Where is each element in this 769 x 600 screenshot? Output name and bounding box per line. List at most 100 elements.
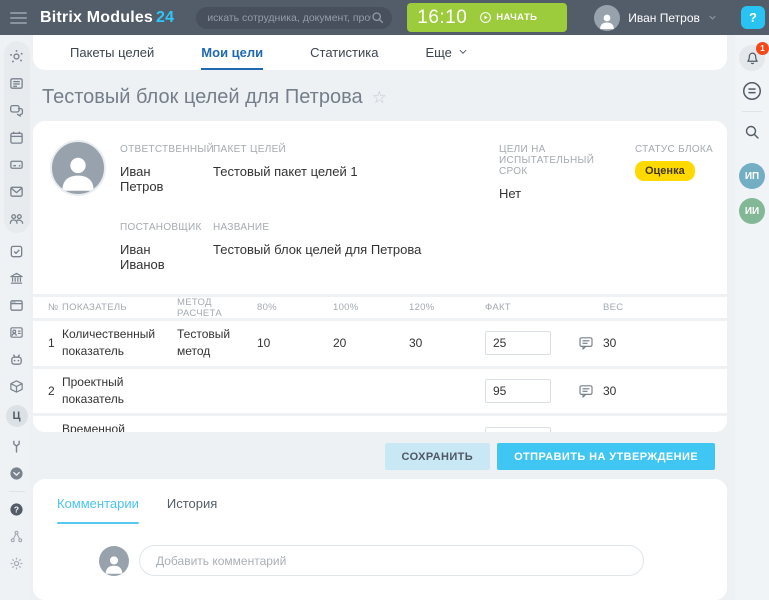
tab-statistics[interactable]: Статистика — [310, 35, 378, 70]
automation-robot-icon[interactable] — [9, 351, 25, 367]
col-80: 80% — [257, 302, 333, 313]
drive-icon[interactable] — [9, 156, 25, 172]
timer-start-button[interactable]: НАЧАТЬ — [479, 11, 537, 24]
indicators-table: № ПОКАЗАТЕЛЬ МЕТОД РАСЧЕТА 80% 100% 120%… — [33, 294, 727, 432]
company-icon[interactable] — [9, 270, 25, 286]
messenger-icon[interactable] — [9, 102, 25, 118]
mail-icon[interactable] — [9, 183, 25, 199]
left-sidebar: Ц ? — [0, 35, 30, 600]
fact-input[interactable] — [485, 331, 551, 355]
goals-letter-icon: Ц — [12, 410, 20, 422]
chat-messages-icon[interactable] — [741, 80, 763, 102]
sites-icon[interactable] — [9, 297, 25, 313]
field-label: СТАТУС БЛОКА — [635, 144, 713, 155]
topbar: Bitrix Modules24 16:10 НАЧАТЬ Иван Петро… — [0, 0, 769, 35]
online-user-avatar-ii[interactable]: ИИ — [739, 198, 765, 224]
right-sidebar: 1 ИП ИИ — [735, 35, 769, 600]
submit-for-approval-button[interactable]: ОТПРАВИТЬ НА УТВЕРЖДЕНИЕ — [497, 443, 715, 470]
row-comment-button[interactable] — [577, 430, 594, 432]
notifications-bell-icon[interactable]: 1 — [739, 45, 765, 71]
help-button[interactable]: ? — [741, 6, 765, 29]
field-package: ПАКЕТ ЦЕЛЕЙ Тестовый пакет целей 1 — [213, 144, 463, 201]
field-label: ОТВЕТСТВЕННЫЙ — [120, 144, 195, 155]
row-weight: 30 — [603, 384, 713, 398]
work-timer[interactable]: 16:10 НАЧАТЬ — [407, 3, 567, 32]
status-badge: Оценка — [635, 161, 695, 181]
field-probation-goals: ЦЕЛИ НА ИСПЫТАТЕЛЬНЫЙ СРОК Нет — [499, 144, 617, 201]
col-weight: ВЕС — [603, 302, 713, 313]
field-value: Тестовый пакет целей 1 — [213, 164, 463, 179]
sidebar-divider — [9, 491, 25, 492]
sidebar-item-goals-active[interactable]: Ц — [6, 405, 28, 427]
right-sidebar-divider — [742, 111, 762, 112]
col-100: 100% — [333, 302, 409, 313]
sidebar-search-icon[interactable] — [741, 121, 763, 143]
caret-down-icon — [708, 13, 717, 22]
row-comment-button[interactable] — [577, 383, 594, 400]
tab-more[interactable]: Еще — [425, 35, 467, 70]
field-responsible: ОТВЕТСТВЕННЫЙ Иван Петров — [120, 144, 195, 201]
main-content: Пакеты целей Мои цели Статистика Еще Тес… — [30, 35, 735, 600]
spacer — [499, 222, 617, 272]
row-120: 30 — [409, 336, 485, 350]
news-icon[interactable] — [9, 75, 25, 91]
global-search-input[interactable] — [207, 12, 371, 24]
collapse-menu-icon[interactable] — [9, 465, 25, 481]
calendar-icon[interactable] — [9, 129, 25, 145]
app-body: Ц ? Пакеты целей Мои цели Статистика Еще… — [0, 35, 769, 600]
svg-text:?: ? — [14, 504, 19, 514]
col-indicator: ПОКАЗАТЕЛЬ — [62, 302, 177, 313]
table-row: 1 Количественный показатель Тестовый мет… — [33, 321, 727, 369]
tab-goal-packages[interactable]: Пакеты целей — [70, 35, 154, 70]
goal-info-section: ОТВЕТСТВЕННЫЙ Иван Петров ПАКЕТ ЦЕЛЕЙ Те… — [33, 121, 727, 294]
field-value: Тестовый блок целей для Петрова — [213, 242, 463, 257]
settings-gear-icon[interactable] — [9, 555, 25, 571]
row-weight: 30 — [603, 336, 713, 350]
sidebar-bottom-group: ? — [4, 501, 30, 571]
page-title: Тестовый блок целей для Петрова — [42, 86, 363, 109]
brand-text: Bitrix Modules — [40, 9, 153, 26]
table-row: 2 Проектный показатель 30 — [33, 369, 727, 417]
live-feed-icon[interactable] — [9, 48, 25, 64]
col-120: 120% — [409, 302, 485, 313]
market-icon[interactable] — [9, 378, 25, 394]
tasks-icon[interactable] — [9, 243, 25, 259]
actions-row: СОХРАНИТЬ ОТПРАВИТЬ НА УТВЕРЖДЕНИЕ — [33, 443, 715, 470]
row-100: 20 — [333, 336, 409, 350]
row-num: 1 — [48, 336, 62, 350]
search-icon[interactable] — [371, 11, 384, 24]
responsible-avatar — [50, 140, 106, 196]
row-method: Тестовый метод — [177, 326, 257, 361]
tab-my-goals[interactable]: Мои цели — [201, 35, 263, 70]
global-search — [196, 7, 392, 29]
comments-tabs: Комментарии История — [57, 496, 703, 524]
col-fact: ФАКТ — [485, 302, 577, 313]
app-logo[interactable]: Bitrix Modules24 — [40, 9, 174, 27]
commenter-avatar — [99, 546, 129, 576]
fact-input[interactable] — [485, 379, 551, 403]
fact-input[interactable] — [485, 427, 551, 432]
info-fields: ОТВЕТСТВЕННЫЙ Иван Петров ПАКЕТ ЦЕЛЕЙ Те… — [120, 140, 713, 272]
contacts-icon[interactable] — [9, 324, 25, 340]
row-comment-button[interactable] — [577, 335, 594, 352]
save-button[interactable]: СОХРАНИТЬ — [385, 443, 491, 470]
field-value: Иван Иванов — [120, 242, 195, 272]
online-user-avatar-ip[interactable]: ИП — [739, 163, 765, 189]
col-method: МЕТОД РАСЧЕТА — [177, 297, 257, 319]
tab-comments[interactable]: Комментарии — [57, 496, 139, 524]
user-menu[interactable]: Иван Петров — [594, 5, 717, 31]
help-circle-icon[interactable]: ? — [9, 501, 25, 517]
bitrix-app: Bitrix Modules24 16:10 НАЧАТЬ Иван Петро… — [0, 0, 769, 600]
field-name: НАЗВАНИЕ Тестовый блок целей для Петрова — [213, 222, 463, 272]
sidebar-secondary-group: Ц — [4, 243, 30, 481]
dev-tools-wrench-icon[interactable] — [9, 438, 25, 454]
menu-toggle-icon[interactable] — [10, 12, 27, 24]
tab-history[interactable]: История — [167, 496, 217, 524]
structure-icon[interactable] — [9, 528, 25, 544]
field-value: Нет — [499, 186, 617, 201]
employees-icon[interactable] — [9, 210, 25, 226]
add-comment-input[interactable] — [139, 545, 644, 576]
field-block-status: СТАТУС БЛОКА Оценка — [635, 144, 713, 201]
favorite-star-icon[interactable]: ☆ — [372, 89, 387, 106]
user-avatar — [594, 5, 620, 31]
